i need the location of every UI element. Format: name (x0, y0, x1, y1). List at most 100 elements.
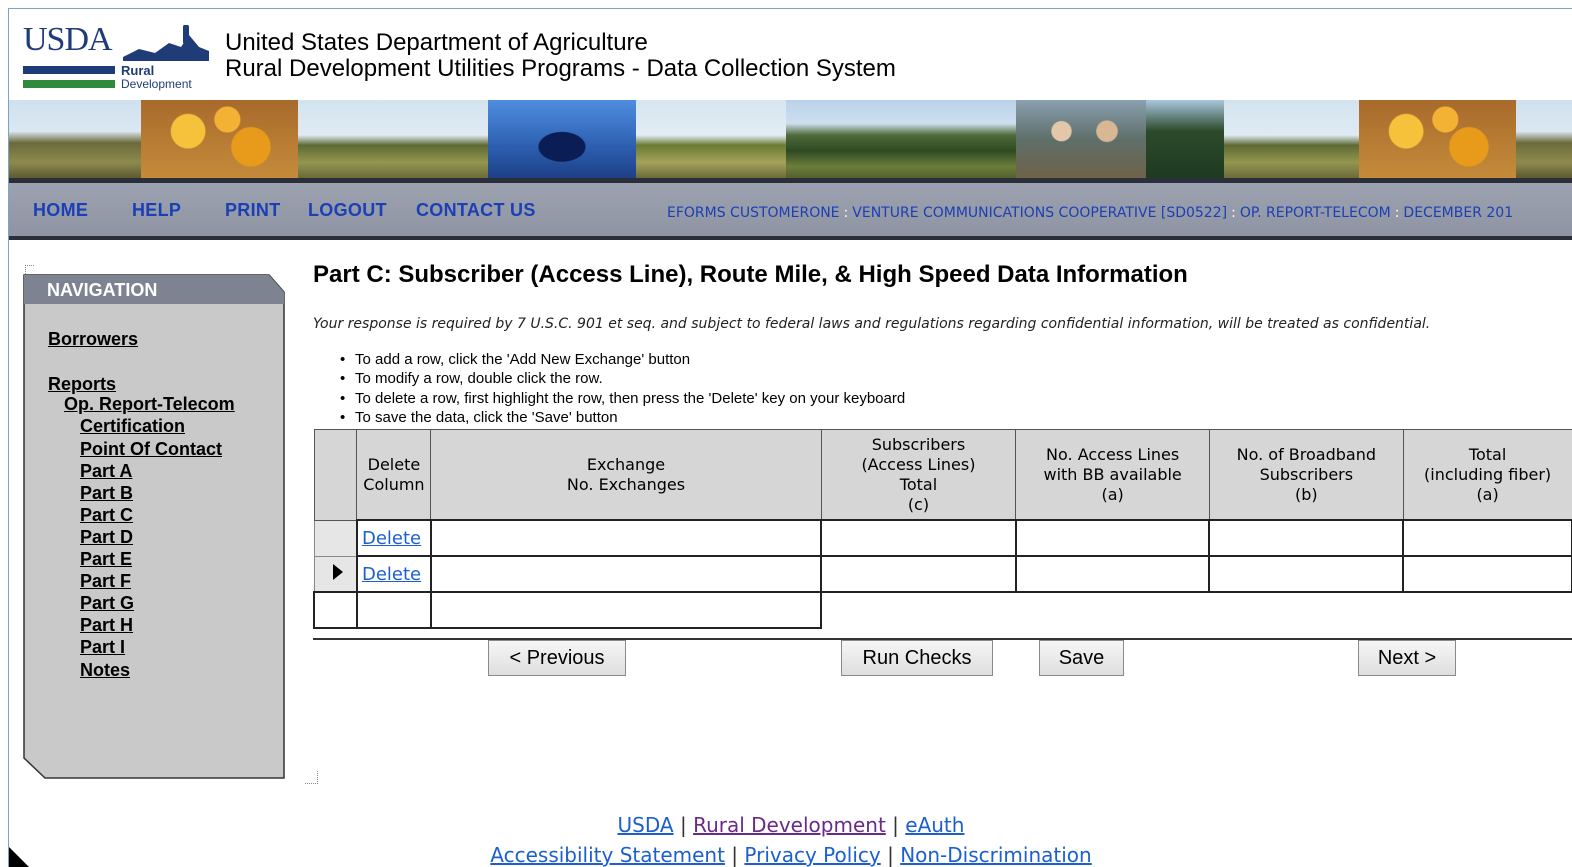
barn-icon (123, 25, 209, 61)
row-selector-current[interactable] (313, 555, 358, 593)
column-header-broadband-subscribers[interactable]: No. of Broadband Subscribers (b) (1208, 429, 1404, 521)
header-title-agency: United States Department of Agriculture (225, 29, 648, 56)
footer-links-secondary: Accessibility Statement | Privacy Policy… (9, 843, 1572, 867)
nav-contact-link[interactable]: CONTACT US (416, 200, 536, 221)
instruction-item: To delete a row, first highlight the row… (340, 389, 905, 409)
sidebar-item-op-report-telecom[interactable]: Op. Report-Telecom (64, 394, 235, 414)
site-header: USDA Rural Development United States Dep… (9, 9, 1572, 101)
footer-eauth-link[interactable]: eAuth (905, 813, 964, 837)
nav-home-link[interactable]: HOME (33, 200, 88, 221)
sidebar-item-part-d[interactable]: Part D (80, 527, 133, 547)
column-header-exchange[interactable]: Exchange No. Exchanges (430, 429, 822, 521)
confidentiality-notice: Your response is required by 7 U.S.C. 90… (313, 316, 1431, 332)
access-lines-bb-cell[interactable] (1014, 519, 1211, 557)
sidebar-item-part-h[interactable]: Part H (80, 615, 133, 635)
grid-row-header-corner (313, 429, 358, 521)
breadcrumb-separator: : (1394, 205, 1400, 221)
instructions-list: To add a row, click the 'Add New Exchang… (340, 350, 905, 427)
header-title-system: Rural Development Utilities Programs - D… (225, 55, 896, 82)
instruction-item: To add a row, click the 'Add New Exchang… (340, 350, 905, 370)
banner-lake-image (488, 100, 636, 178)
breadcrumb-separator: : (843, 205, 849, 221)
breadcrumb-user: EFORMS CUSTOMERONE (667, 205, 840, 221)
previous-button[interactable]: < Previous (488, 640, 626, 676)
grid-header-row: Delete Column Exchange No. Exchanges Subsc… (313, 429, 1572, 521)
sidebar-item-reports[interactable]: Reports (48, 374, 116, 394)
resize-handle-top (25, 265, 34, 274)
run-checks-button[interactable]: Run Checks (841, 640, 993, 676)
column-header-total-route-miles[interactable]: Total (including fiber) (a) (1402, 429, 1572, 521)
navigation-heading: NAVIGATION (47, 280, 158, 300)
sidebar-item-part-f[interactable]: Part F (80, 571, 131, 591)
footer-links-primary: USDA | Rural Development | eAuth (9, 813, 1572, 837)
table-row[interactable]: Delete (313, 555, 1572, 593)
subscribers-cell[interactable] (820, 555, 1017, 593)
total-cell[interactable] (1402, 519, 1572, 557)
exchange-cell-new[interactable] (429, 591, 823, 629)
sidebar-item-part-b[interactable]: Part B (80, 483, 133, 503)
page-title: Part C: Subscriber (Access Line), Route … (313, 261, 1188, 288)
sidebar-item-part-c[interactable]: Part C (80, 505, 133, 525)
sidebar-item-point-of-contact[interactable]: Point Of Contact (80, 439, 222, 459)
footer-nondiscrimination-link[interactable]: Non-Discrimination (900, 843, 1092, 867)
footer-separator: | (679, 813, 687, 837)
row-selector[interactable] (313, 519, 358, 557)
navigation-panel-shape (23, 274, 285, 779)
broadband-subscribers-cell[interactable] (1208, 519, 1405, 557)
subscribers-cell[interactable] (820, 519, 1017, 557)
breadcrumb: EFORMS CUSTOMERONE: VENTURE COMMUNICATION… (667, 205, 1513, 221)
sidebar-item-borrowers[interactable]: Borrowers (48, 329, 138, 349)
breadcrumb-borrower: VENTURE COMMUNICATIONS COOPERATIVE [SD05… (852, 205, 1228, 221)
row-selector-new[interactable] (313, 591, 358, 629)
delete-cell-new[interactable] (355, 591, 432, 629)
nav-logout-link[interactable]: LOGOUT (308, 200, 387, 221)
logo-rural: Rural (121, 63, 155, 78)
nav-print-link[interactable]: PRINT (225, 200, 281, 221)
navigation-panel: NAVIGATION Borrowers Reports Op. Report-… (23, 274, 285, 779)
empty-cell (821, 592, 1572, 628)
banner-field-image-2 (636, 100, 786, 178)
footer-separator: | (887, 843, 894, 867)
footer-separator: | (731, 843, 739, 867)
delete-row-link[interactable]: Delete (358, 564, 421, 585)
sidebar-item-part-g[interactable]: Part G (80, 593, 134, 613)
sidebar-item-part-i[interactable]: Part I (80, 637, 125, 657)
banner-farmers-image (1016, 100, 1146, 178)
window-corner-decoration (9, 847, 31, 867)
exchange-cell[interactable] (429, 519, 823, 557)
nav-help-link[interactable]: HELP (132, 200, 181, 221)
exchange-cell[interactable] (429, 555, 823, 593)
resize-handle-bottom (305, 771, 318, 784)
broadband-subscribers-cell[interactable] (1208, 555, 1405, 593)
footer-accessibility-link[interactable]: Accessibility Statement (490, 843, 725, 867)
table-row-new[interactable] (313, 591, 1572, 629)
table-row[interactable]: Delete (313, 519, 1572, 557)
current-row-arrow-icon (332, 563, 343, 580)
column-header-subscribers[interactable]: Subscribers (Access Lines) Total (c) (820, 429, 1017, 521)
sidebar-item-certification[interactable]: Certification (80, 416, 185, 436)
logo-stripe-icon (23, 66, 115, 88)
column-header-delete[interactable]: Delete Column (356, 429, 432, 521)
footer-privacy-link[interactable]: Privacy Policy (744, 843, 880, 867)
breadcrumb-report: OP. REPORT-TELECOM (1239, 205, 1391, 221)
save-button[interactable]: Save (1039, 640, 1124, 676)
banner-field-image (298, 100, 488, 178)
footer-rural-development-link[interactable]: Rural Development (693, 813, 886, 837)
logo-development: Development (121, 77, 192, 91)
access-lines-bb-cell[interactable] (1014, 555, 1211, 593)
usda-logo[interactable]: USDA Rural Development (23, 21, 213, 91)
usda-logo-text: USDA (23, 21, 113, 58)
top-navbar: HOME HELP PRINT LOGOUT CONTACT US EFORMS… (9, 178, 1572, 240)
sidebar-item-part-a[interactable]: Part A (80, 461, 132, 481)
breadcrumb-period: DECEMBER 201 (1403, 205, 1514, 221)
banner-fruit-image (141, 100, 298, 178)
banner-landscape-image (9, 100, 141, 178)
total-cell[interactable] (1402, 555, 1572, 593)
next-button[interactable]: Next > (1358, 640, 1456, 676)
sidebar-item-part-e[interactable]: Part E (80, 549, 132, 569)
sidebar-item-notes[interactable]: Notes (80, 660, 130, 680)
delete-row-link[interactable]: Delete (358, 528, 421, 549)
footer-usda-link[interactable]: USDA (618, 813, 674, 837)
exchange-data-grid: Delete Column Exchange No. Exchanges Subsc… (313, 429, 1572, 629)
column-header-access-lines-bb[interactable]: No. Access Lines with BB available (a) (1015, 429, 1210, 521)
